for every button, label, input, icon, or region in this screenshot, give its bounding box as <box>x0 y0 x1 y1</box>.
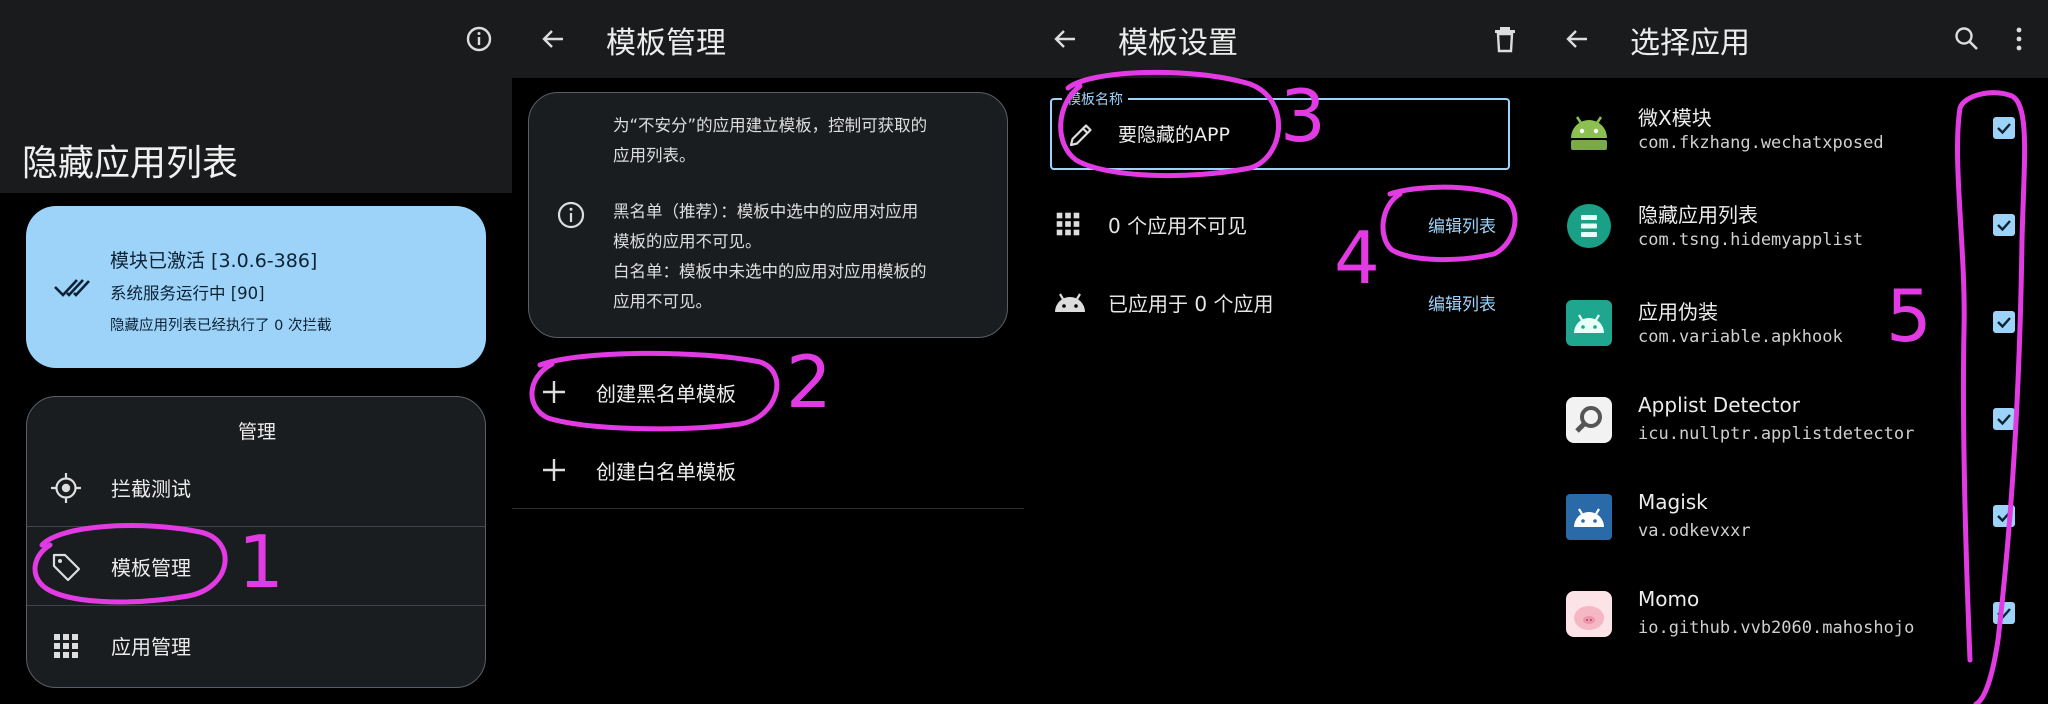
app-name: Applist Detector <box>1638 393 1800 417</box>
android-icon <box>1566 494 1612 540</box>
app-bar: 选择应用 <box>1536 0 2048 78</box>
app-package: com.fkzhang.wechatxposed <box>1638 133 1884 153</box>
module-status: 模块已激活 [3.0.6-386] <box>110 250 318 272</box>
target-icon <box>49 471 83 505</box>
select-apps-screen: 选择应用 微X模块 com.fkzhang.wechatxposed 隐藏应用列… <box>1536 0 2048 704</box>
plus-icon <box>540 456 568 484</box>
status-card: 模块已激活 [3.0.6-386] 系统服务运行中 [90] 隐藏应用列表已经执… <box>26 206 486 368</box>
list-icon <box>1566 203 1612 249</box>
search-icon[interactable] <box>1950 22 1984 56</box>
app-name: 微X模块 <box>1638 106 1712 130</box>
info-text: 应用不可见。 <box>613 292 712 311</box>
menu-item-intercept-test[interactable]: 拦截测试 <box>27 447 485 525</box>
delete-icon[interactable] <box>1488 22 1522 56</box>
app-checkbox[interactable] <box>1993 214 2015 236</box>
edit-list-button[interactable]: 编辑列表 <box>1428 212 1496 237</box>
create-blacklist-button[interactable]: 创建黑名单模板 <box>512 352 1024 430</box>
page-title: 选择应用 <box>1630 26 1750 61</box>
app-list-item[interactable]: 隐藏应用列表 com.tsng.hidemyapplist <box>1536 177 2048 274</box>
app-checkbox[interactable] <box>1993 602 2015 624</box>
menu-item-label: 拦截测试 <box>111 477 191 501</box>
info-text: 模板的应用不可见。 <box>613 232 762 251</box>
annotation-number-4: 4 <box>1334 216 1380 300</box>
annotation-number-2: 2 <box>786 340 832 424</box>
page-title: 模板管理 <box>606 26 726 61</box>
app-package: com.tsng.hidemyapplist <box>1638 230 1864 250</box>
info-icon <box>555 199 587 231</box>
grid-icon <box>1052 208 1084 240</box>
magnifier-icon <box>1566 397 1612 443</box>
android-icon <box>1052 286 1088 318</box>
edit-list-button-2[interactable]: 编辑列表 <box>1428 290 1496 315</box>
tag-icon <box>49 550 83 584</box>
grid-icon <box>49 629 83 663</box>
app-name: Magisk <box>1638 490 1708 514</box>
app-bar: 模板设置 <box>1024 0 1536 78</box>
divider <box>512 508 1024 509</box>
menu-item-app-manage[interactable]: 应用管理 <box>27 605 485 683</box>
app-checkbox[interactable] <box>1993 117 2015 139</box>
app-list-item[interactable]: Momo io.github.vvb2060.mahoshojo <box>1536 565 2048 662</box>
app-package: va.odkevxxr <box>1638 521 1751 541</box>
back-arrow-icon[interactable] <box>1048 22 1082 56</box>
annotation-number-3: 3 <box>1280 74 1326 158</box>
manage-title: 管理 <box>237 421 276 443</box>
template-name-value: 要隐藏的APP <box>1118 124 1230 146</box>
page-title: 模板设置 <box>1118 26 1238 61</box>
info-text: 黑名单（推荐）：模板中选中的应用对应用 <box>613 202 919 221</box>
app-package: io.github.vvb2060.mahoshojo <box>1638 618 1915 638</box>
app-bar: 模板管理 <box>512 0 1024 78</box>
page-title: 隐藏应用列表 <box>22 143 239 184</box>
app-name: 隐藏应用列表 <box>1638 203 1758 227</box>
done-all-icon <box>52 272 92 302</box>
android-icon <box>1566 300 1612 346</box>
create-blacklist-label: 创建黑名单模板 <box>596 382 736 406</box>
intercept-count: 隐藏应用列表已经执行了 0 次拦截 <box>110 318 332 334</box>
app-list-item[interactable]: Applist Detector icu.nullptr.applistdete… <box>1536 371 2048 468</box>
info-icon[interactable] <box>462 22 496 56</box>
info-text: 白名单：模板中未选中的应用对应用模板的 <box>613 262 927 281</box>
app-package: icu.nullptr.applistdetector <box>1638 424 1915 444</box>
annotation-number-5: 5 <box>1886 274 1932 358</box>
app-list-item[interactable]: 微X模块 com.fkzhang.wechatxposed <box>1536 80 2048 177</box>
service-status: 系统服务运行中 [90] <box>110 284 265 303</box>
app-checkbox[interactable] <box>1993 505 2015 527</box>
android-icon <box>1566 106 1612 152</box>
app-name: Momo <box>1638 587 1700 611</box>
app-name: 应用伪装 <box>1638 300 1718 324</box>
pig-icon <box>1566 591 1612 637</box>
app-checkbox[interactable] <box>1993 408 2015 430</box>
info-card: 为“不安分”的应用建立模板，控制可获取的 应用列表。 黑名单（推荐）：模板中选中… <box>528 92 1008 338</box>
more-vert-icon[interactable] <box>2002 22 2036 56</box>
template-manage-screen: 模板管理 为“不安分”的应用建立模板，控制可获取的 应用列表。 黑名单（推荐）：… <box>512 0 1024 704</box>
back-arrow-icon[interactable] <box>1560 22 1594 56</box>
applied-apps-row: 已应用于 0 个应用 编辑列表 <box>1024 262 1536 340</box>
menu-item-label: 应用管理 <box>111 635 191 659</box>
info-text: 为“不安分”的应用建立模板，控制可获取的 <box>613 116 928 135</box>
info-text: 应用列表。 <box>613 146 696 165</box>
plus-icon <box>540 378 568 406</box>
template-name-label: 模板名称 <box>1062 89 1128 109</box>
invisible-count: 0 个应用不可见 <box>1108 214 1248 238</box>
app-checkbox[interactable] <box>1993 311 2015 333</box>
menu-item-label: 模板管理 <box>111 556 191 580</box>
invisible-apps-row: 0 个应用不可见 编辑列表 <box>1024 184 1536 262</box>
app-list-item[interactable]: Magisk va.odkevxxr <box>1536 468 2048 565</box>
create-whitelist-button[interactable]: 创建白名单模板 <box>512 430 1024 508</box>
back-arrow-icon[interactable] <box>536 22 570 56</box>
annotation-number-1: 1 <box>238 520 284 604</box>
applied-count: 已应用于 0 个应用 <box>1108 292 1274 316</box>
edit-pencil-icon <box>1066 120 1096 150</box>
app-list-item[interactable]: 应用伪装 com.variable.apkhook <box>1536 274 2048 371</box>
create-whitelist-label: 创建白名单模板 <box>596 460 736 484</box>
